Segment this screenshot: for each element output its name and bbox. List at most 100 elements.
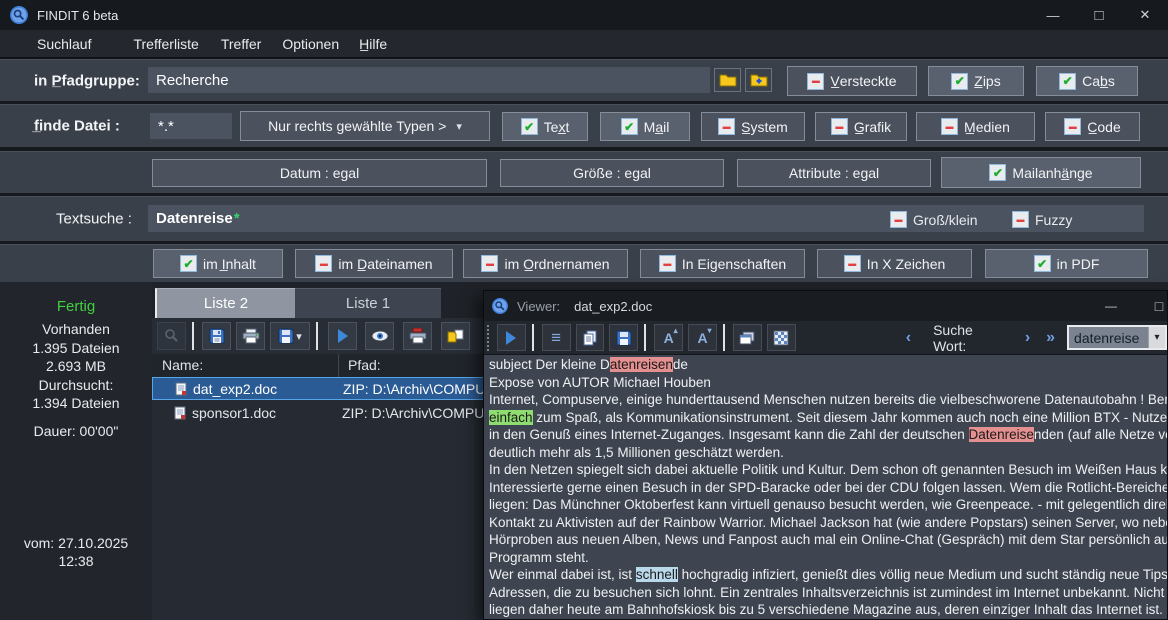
toggle-medien[interactable]: ▬ M̲edien: [916, 112, 1035, 141]
save-list-button[interactable]: [202, 322, 231, 350]
font-increase-icon: A▴: [664, 331, 674, 345]
pfadgruppe-input[interactable]: Recherche: [148, 67, 710, 93]
viewer-play-button[interactable]: [497, 324, 526, 351]
grid-icon: [773, 330, 789, 346]
font-decrease-button[interactable]: A▾: [688, 324, 717, 351]
viewer-text-line: Hörproben aus neuen Alben, News und Fanp…: [489, 531, 1167, 549]
dateimaske-input[interactable]: *.*: [150, 113, 232, 139]
grafik-checkbox[interactable]: ▬: [831, 118, 848, 135]
next-match-button[interactable]: ›: [1025, 329, 1030, 347]
copy-button[interactable]: [576, 324, 605, 351]
status-date: vom: 27.10.2025: [0, 535, 152, 551]
typen-dropdown[interactable]: Nur rechts gewählte Typen > ▾: [240, 111, 490, 141]
menu-optionen[interactable]: Optionen: [282, 36, 339, 52]
fuzzy-checkbox[interactable]: ▬: [1012, 211, 1029, 228]
search-disabled-button[interactable]: [157, 322, 186, 350]
start-search-button[interactable]: [328, 322, 357, 350]
status-searched-count: 1.394 Dateien: [0, 395, 152, 411]
viewer-minimize-button[interactable]: —: [1096, 291, 1126, 321]
folder-add-button[interactable]: [745, 68, 772, 92]
in-eigenschaften-checkbox[interactable]: ▬: [659, 255, 676, 272]
window-title: FINDIT 6 beta: [37, 8, 118, 23]
toggle-im-dateinamen[interactable]: ▬ im D̲ateinamen: [295, 249, 453, 278]
folder-button[interactable]: [714, 68, 741, 92]
viewer-text-line: subject Der kleine Datenreisende: [489, 356, 1167, 374]
toggle-gross-klein[interactable]: ▬ Groß/klein: [890, 211, 978, 228]
open-folder-button[interactable]: [441, 322, 470, 350]
close-button[interactable]: ✕: [1122, 0, 1168, 30]
toggle-system[interactable]: ▬ S̲ystem: [701, 112, 805, 141]
viewer-text-line: Programm steht.: [489, 549, 1167, 567]
im-dateinamen-checkbox[interactable]: ▬: [315, 255, 332, 272]
search-term-combobox[interactable]: datenreise ▾: [1067, 325, 1167, 350]
minimize-button[interactable]: —: [1030, 0, 1076, 30]
print-file-button[interactable]: [403, 322, 432, 350]
medien-label: M̲edien: [964, 119, 1010, 135]
toggle-im-inhalt[interactable]: ✔ im I̲nhalt: [153, 249, 283, 278]
chevron-down-icon: ▾: [296, 330, 302, 343]
findit-window: FINDIT 6 beta — □ ✕ Suchlauf Trefferlist…: [0, 0, 1168, 620]
toggle-mail[interactable]: ✔ Ma̲il: [600, 112, 690, 141]
toggle-im-ordnernamen[interactable]: ▬ im O̲rdnernamen: [463, 249, 628, 278]
tab-liste-1-label: Liste 1: [346, 295, 390, 312]
groesse-button[interactable]: Größe : egal: [500, 159, 724, 187]
toggle-text[interactable]: ✔ Tex̲t: [502, 112, 588, 141]
textsuche-input[interactable]: Datenreise *: [148, 205, 1144, 232]
text-checkbox[interactable]: ✔: [521, 118, 538, 135]
in-x-zeichen-checkbox[interactable]: ▬: [844, 255, 861, 272]
im-ordnernamen-checkbox[interactable]: ▬: [481, 255, 498, 272]
tab-liste-2[interactable]: Liste 2: [155, 288, 295, 318]
save-as-button[interactable]: ▾: [270, 322, 310, 350]
toggle-mailanhaenge[interactable]: ✔ Mailanhä̲nge: [941, 157, 1141, 188]
prev-match-button[interactable]: ‹: [906, 329, 911, 347]
mailanhaenge-label: Mailanhä̲nge: [1012, 165, 1092, 181]
viewer-maximize-button[interactable]: □: [1144, 291, 1168, 321]
text-view-button[interactable]: ≡: [542, 324, 571, 351]
menu-hilfe[interactable]: H̲ilfe: [359, 36, 387, 52]
maximize-button[interactable]: □: [1076, 0, 1122, 30]
cabs-checkbox[interactable]: ✔: [1059, 73, 1076, 90]
mail-checkbox[interactable]: ✔: [621, 118, 638, 135]
menu-treffer[interactable]: Treffer: [221, 36, 261, 52]
grid-button[interactable]: [767, 324, 796, 351]
column-pfad[interactable]: Pfad:: [348, 357, 381, 373]
cascade-icon: [739, 331, 755, 345]
toggle-code[interactable]: ▬ C̲ode: [1045, 112, 1140, 141]
medien-checkbox[interactable]: ▬: [941, 118, 958, 135]
toggle-in-pdf[interactable]: ✔ in PDF: [985, 249, 1148, 278]
viewer-title-bar[interactable]: Viewer: dat_exp2.doc — □: [484, 291, 1167, 321]
toggle-in-eigenschaften[interactable]: ▬ In Eigenschaften: [640, 249, 805, 278]
toggle-in-x-zeichen[interactable]: ▬ In X Zeichen: [817, 249, 972, 278]
im-inhalt-checkbox[interactable]: ✔: [180, 255, 197, 272]
code-checkbox[interactable]: ▬: [1064, 118, 1081, 135]
cascade-button[interactable]: [733, 324, 762, 351]
toolbar-grip[interactable]: [487, 325, 492, 351]
viewer-text-area[interactable]: subject Der kleine DatenreisendeExpose v…: [484, 354, 1167, 620]
tab-liste-1[interactable]: Liste 1: [295, 288, 441, 318]
column-name[interactable]: Name:: [162, 357, 203, 373]
zips-checkbox[interactable]: ✔: [951, 73, 968, 90]
toggle-cabs[interactable]: ✔ Cab̲s: [1036, 66, 1138, 96]
toggle-zips[interactable]: ✔ Z̲ips: [928, 66, 1024, 96]
chevron-down-icon[interactable]: ▾: [1148, 327, 1165, 348]
toggle-versteckte[interactable]: ▬ V̲ersteckte: [787, 66, 917, 96]
font-increase-button[interactable]: A▴: [654, 324, 683, 351]
toggle-grafik[interactable]: ▬ G̲rafik: [815, 112, 907, 141]
textsuche-value: Datenreise: [156, 210, 233, 227]
print-list-button[interactable]: [236, 322, 265, 350]
menu-trefferliste[interactable]: Trefferliste: [133, 36, 198, 52]
datum-button[interactable]: Datum : egal: [152, 159, 487, 187]
attribute-button[interactable]: Attribute : egal: [737, 159, 931, 187]
finde-datei-label: f̲inde Datei :: [34, 118, 120, 135]
menu-suchlauf[interactable]: Suchlauf: [37, 36, 91, 52]
in-pdf-checkbox[interactable]: ✔: [1034, 255, 1051, 272]
preview-button[interactable]: [365, 322, 394, 350]
viewer-save-button[interactable]: [609, 324, 638, 351]
last-match-button[interactable]: »: [1046, 329, 1055, 347]
system-checkbox[interactable]: ▬: [718, 118, 735, 135]
toggle-fuzzy[interactable]: ▬ Fuzzy: [1012, 211, 1072, 228]
mail-label: Ma̲il: [644, 119, 670, 135]
gross-klein-checkbox[interactable]: ▬: [890, 211, 907, 228]
versteckte-checkbox[interactable]: ▬: [807, 73, 824, 90]
mailanhaenge-checkbox[interactable]: ✔: [989, 164, 1006, 181]
